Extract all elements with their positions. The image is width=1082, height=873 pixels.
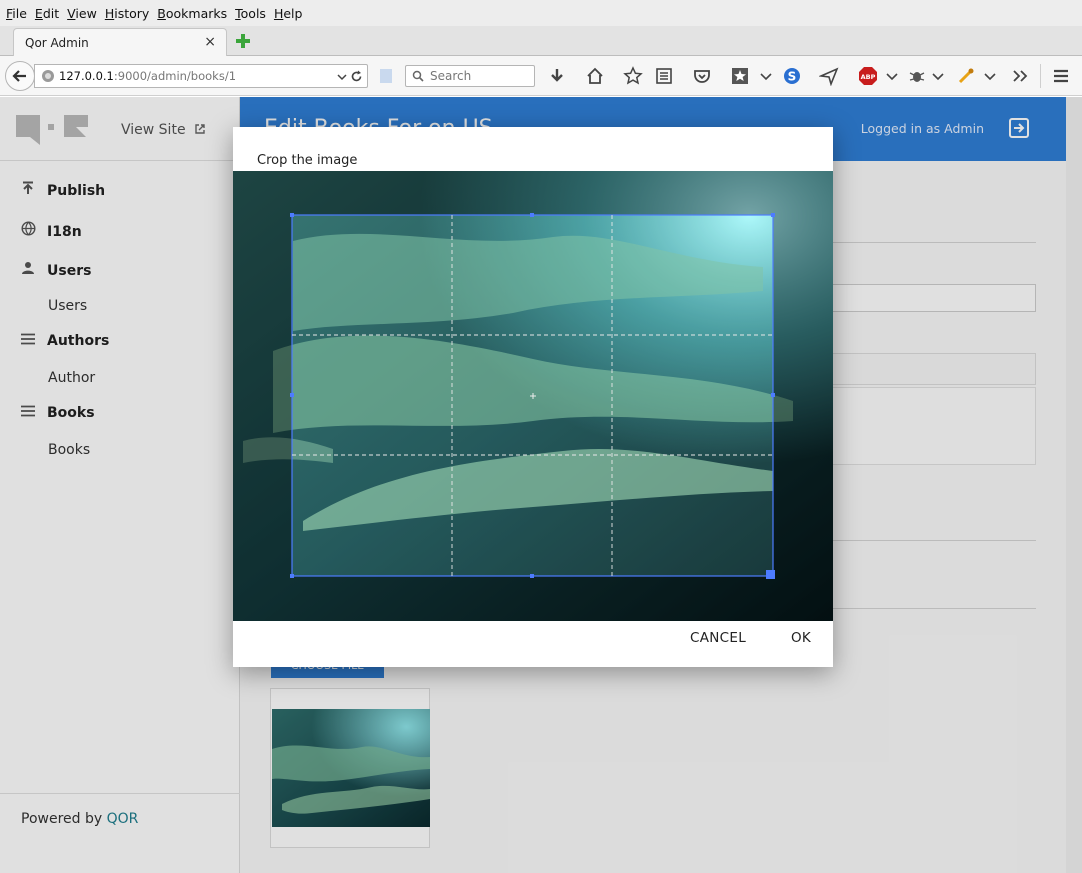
menu-edit[interactable]: Edit [31,6,63,21]
download-icon[interactable] [547,66,567,86]
url-bar[interactable]: 127.0.0.1:9000/admin/books/1 [34,64,368,88]
menu-help[interactable]: Help [270,6,307,21]
menu-view[interactable]: View [63,6,101,21]
ok-button[interactable]: OK [791,630,811,646]
pocket-icon[interactable] [692,66,712,86]
extension-dropdown-icon[interactable] [756,66,776,86]
url-host: 127.0.0.1 [59,69,114,83]
url-text: 127.0.0.1:9000/admin/books/1 [59,69,236,83]
url-path: :9000/admin/books/1 [113,69,237,83]
reload-icon[interactable] [350,70,363,83]
menu-tools[interactable]: Tools [231,6,270,21]
back-arrow-icon [12,70,26,82]
crop-area [233,171,833,621]
tab-close-icon[interactable]: × [204,34,216,50]
crop-dialog-title: Crop the image [257,153,358,168]
send-icon[interactable] [819,66,839,86]
overflow-chevron-icon[interactable] [1010,66,1030,86]
svg-text:ABP: ABP [861,73,876,81]
menu-history[interactable]: History [101,6,153,21]
reader-icon[interactable] [376,66,396,86]
extension-star-icon[interactable] [730,66,750,86]
search-icon [412,70,424,82]
extension-s-icon[interactable]: S [782,66,802,86]
new-tab-icon[interactable] [234,32,252,50]
search-placeholder: Search [430,69,472,83]
crop-canvas[interactable] [233,171,833,621]
menu-file[interactable]: File [2,6,31,21]
bug-dropdown-icon[interactable] [928,66,948,86]
bug-icon[interactable] [907,66,927,86]
adblock-dropdown-icon[interactable] [882,66,902,86]
menu-bookmarks[interactable]: Bookmarks [153,6,231,21]
bookmark-star-icon[interactable] [623,66,643,86]
adblock-icon[interactable]: ABP [858,66,878,86]
url-dropdown-icon[interactable] [337,72,347,82]
browser-navbar: 127.0.0.1:9000/admin/books/1 Search S AB… [0,56,1082,96]
toolbar-separator [1040,64,1041,88]
browser-menubar: File Edit View History Bookmarks Tools H… [0,0,1082,26]
brush-dropdown-icon[interactable] [980,66,1000,86]
bookmarks-list-icon[interactable] [654,66,674,86]
hamburger-menu-icon[interactable] [1051,66,1071,86]
home-icon[interactable] [585,66,605,86]
browser-tab[interactable]: Qor Admin × [13,28,227,56]
svg-text:S: S [788,70,797,84]
site-info-icon[interactable] [41,69,55,83]
crop-dialog: Crop the image CANCEL OK [233,127,833,667]
back-button[interactable] [5,61,35,91]
tab-title: Qor Admin [25,36,89,50]
search-input[interactable]: Search [405,65,535,87]
brush-icon[interactable] [956,66,976,86]
cancel-button[interactable]: CANCEL [690,630,746,646]
browser-tabbar: Qor Admin × [0,26,1082,56]
